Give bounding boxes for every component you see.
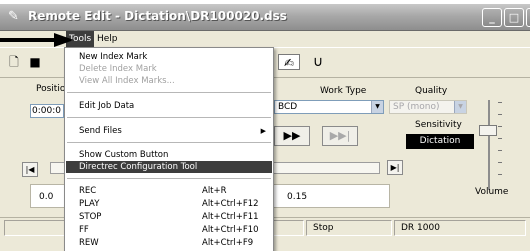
menu-item-rew[interactable]: REW Alt+Ctrl+F9 [66,237,272,249]
skip-to-end-icon[interactable]: ▶| [387,160,403,175]
volume-label: Volume [475,187,509,197]
menu-item-edit-job-data[interactable]: Edit Job Data [66,100,272,112]
submenu-arrow-icon: ▶ [260,127,266,135]
new-document-icon[interactable]: 🗋 [6,54,22,70]
undo-icon[interactable]: ∪ [310,54,326,70]
menu-separator [67,92,271,93]
quality-value: SP (mono) [393,102,440,112]
sensitivity-value: Dictation [406,134,474,149]
menu-item-show-custom-button[interactable]: Show Custom Button [66,149,272,161]
tools-menu: New Index Mark Delete Index Mark View Al… [64,47,274,251]
sensitivity-label: Sensitivity [415,120,462,130]
menu-item-label: PLAY [79,199,100,209]
ruler-left-label: 0.0 [39,192,54,202]
pen-icon: ✎ [8,9,19,24]
menu-item-label: Edit Job Data [79,101,135,111]
menu-bar: Tools Help [0,31,530,47]
skip-to-start-icon[interactable]: |◀ [22,162,38,177]
volume-slider-thumb[interactable] [479,125,497,136]
menu-item-rec[interactable]: REC Alt+R [66,185,272,197]
menu-item-label: Show Custom Button [79,150,169,160]
ruler-right-label: 0.15 [287,192,308,202]
pointer-arrow-icon [0,33,74,47]
title-bar[interactable]: ✎ Remote Edit - Dictation\DR100020.dss _… [0,4,530,31]
menu-separator [67,178,271,179]
volume-tick [498,138,502,139]
menu-item-delete-index-mark: Delete Index Mark [66,63,272,75]
menu-item-label: Directrec Configuration Tool [79,162,198,172]
maximize-button[interactable]: □ [504,8,524,27]
menu-item-label: New Index Mark [79,52,148,62]
menu-separator [67,142,271,143]
menu-separator [67,117,271,118]
menu-item-stop[interactable]: STOP Alt+Ctrl+F11 [66,211,272,223]
minimize-button[interactable]: _ [482,8,502,27]
skip-to-end-button: ▶▶| [322,126,358,146]
volume-tick [498,162,502,163]
menu-item-view-all-index-marks: View All Index Marks... [66,75,272,87]
pen-tool-icon[interactable]: ✍ [278,54,300,70]
volume-tick [498,174,502,175]
status-text: Stop [306,220,392,236]
menu-item-label: Send Files [79,126,122,136]
volume-tick [498,126,502,127]
menu-item-label: REC [79,186,97,196]
chevron-down-icon[interactable]: ▼ [371,101,383,113]
device-text: DR 1000 [394,220,526,236]
menu-item-shortcut: Alt+Ctrl+F11 [202,212,259,222]
work-type-select[interactable]: BCD ▼ [274,100,384,114]
menu-item-play[interactable]: PLAY Alt+Ctrl+F12 [66,198,272,210]
menu-item-label: Delete Index Mark [79,64,157,74]
close-button[interactable]: × [526,8,530,27]
menu-item-shortcut: Alt+Ctrl+F12 [202,199,259,209]
menu-item-send-files[interactable]: Send Files ▶ [66,125,272,137]
volume-tick [498,102,502,103]
menu-item-new-index-mark[interactable]: New Index Mark [66,51,272,63]
menu-item-shortcut: Alt+Ctrl+F10 [202,225,259,235]
position-label: Positio [36,84,66,94]
work-type-value: BCD [278,102,298,112]
fast-forward-button[interactable]: ▶▶ [274,126,310,146]
menu-item-ff[interactable]: FF Alt+Ctrl+F10 [66,224,272,236]
menu-item-label: STOP [79,212,102,222]
menu-item-label: View All Index Marks... [79,76,175,86]
position-field: 0:00:0 [30,104,64,118]
menu-help[interactable]: Help [97,31,118,47]
menu-item-shortcut: Alt+R [202,186,227,196]
volume-slider-track [488,100,490,190]
chevron-down-icon: ▼ [454,101,466,113]
menu-item-shortcut: Alt+Ctrl+F9 [202,238,254,248]
volume-tick [498,150,502,151]
menu-item-directrec-configuration-tool[interactable]: Directrec Configuration Tool [66,161,272,173]
save-icon[interactable]: ■ [27,54,43,70]
quality-label: Quality [415,86,448,96]
work-type-label: Work Type [320,86,367,96]
volume-tick [498,114,502,115]
quality-select: SP (mono) ▼ [389,100,467,114]
menu-item-label: REW [79,238,99,248]
window-title: Remote Edit - Dictation\DR100020.dss [28,9,287,23]
menu-item-label: FF [79,225,89,235]
